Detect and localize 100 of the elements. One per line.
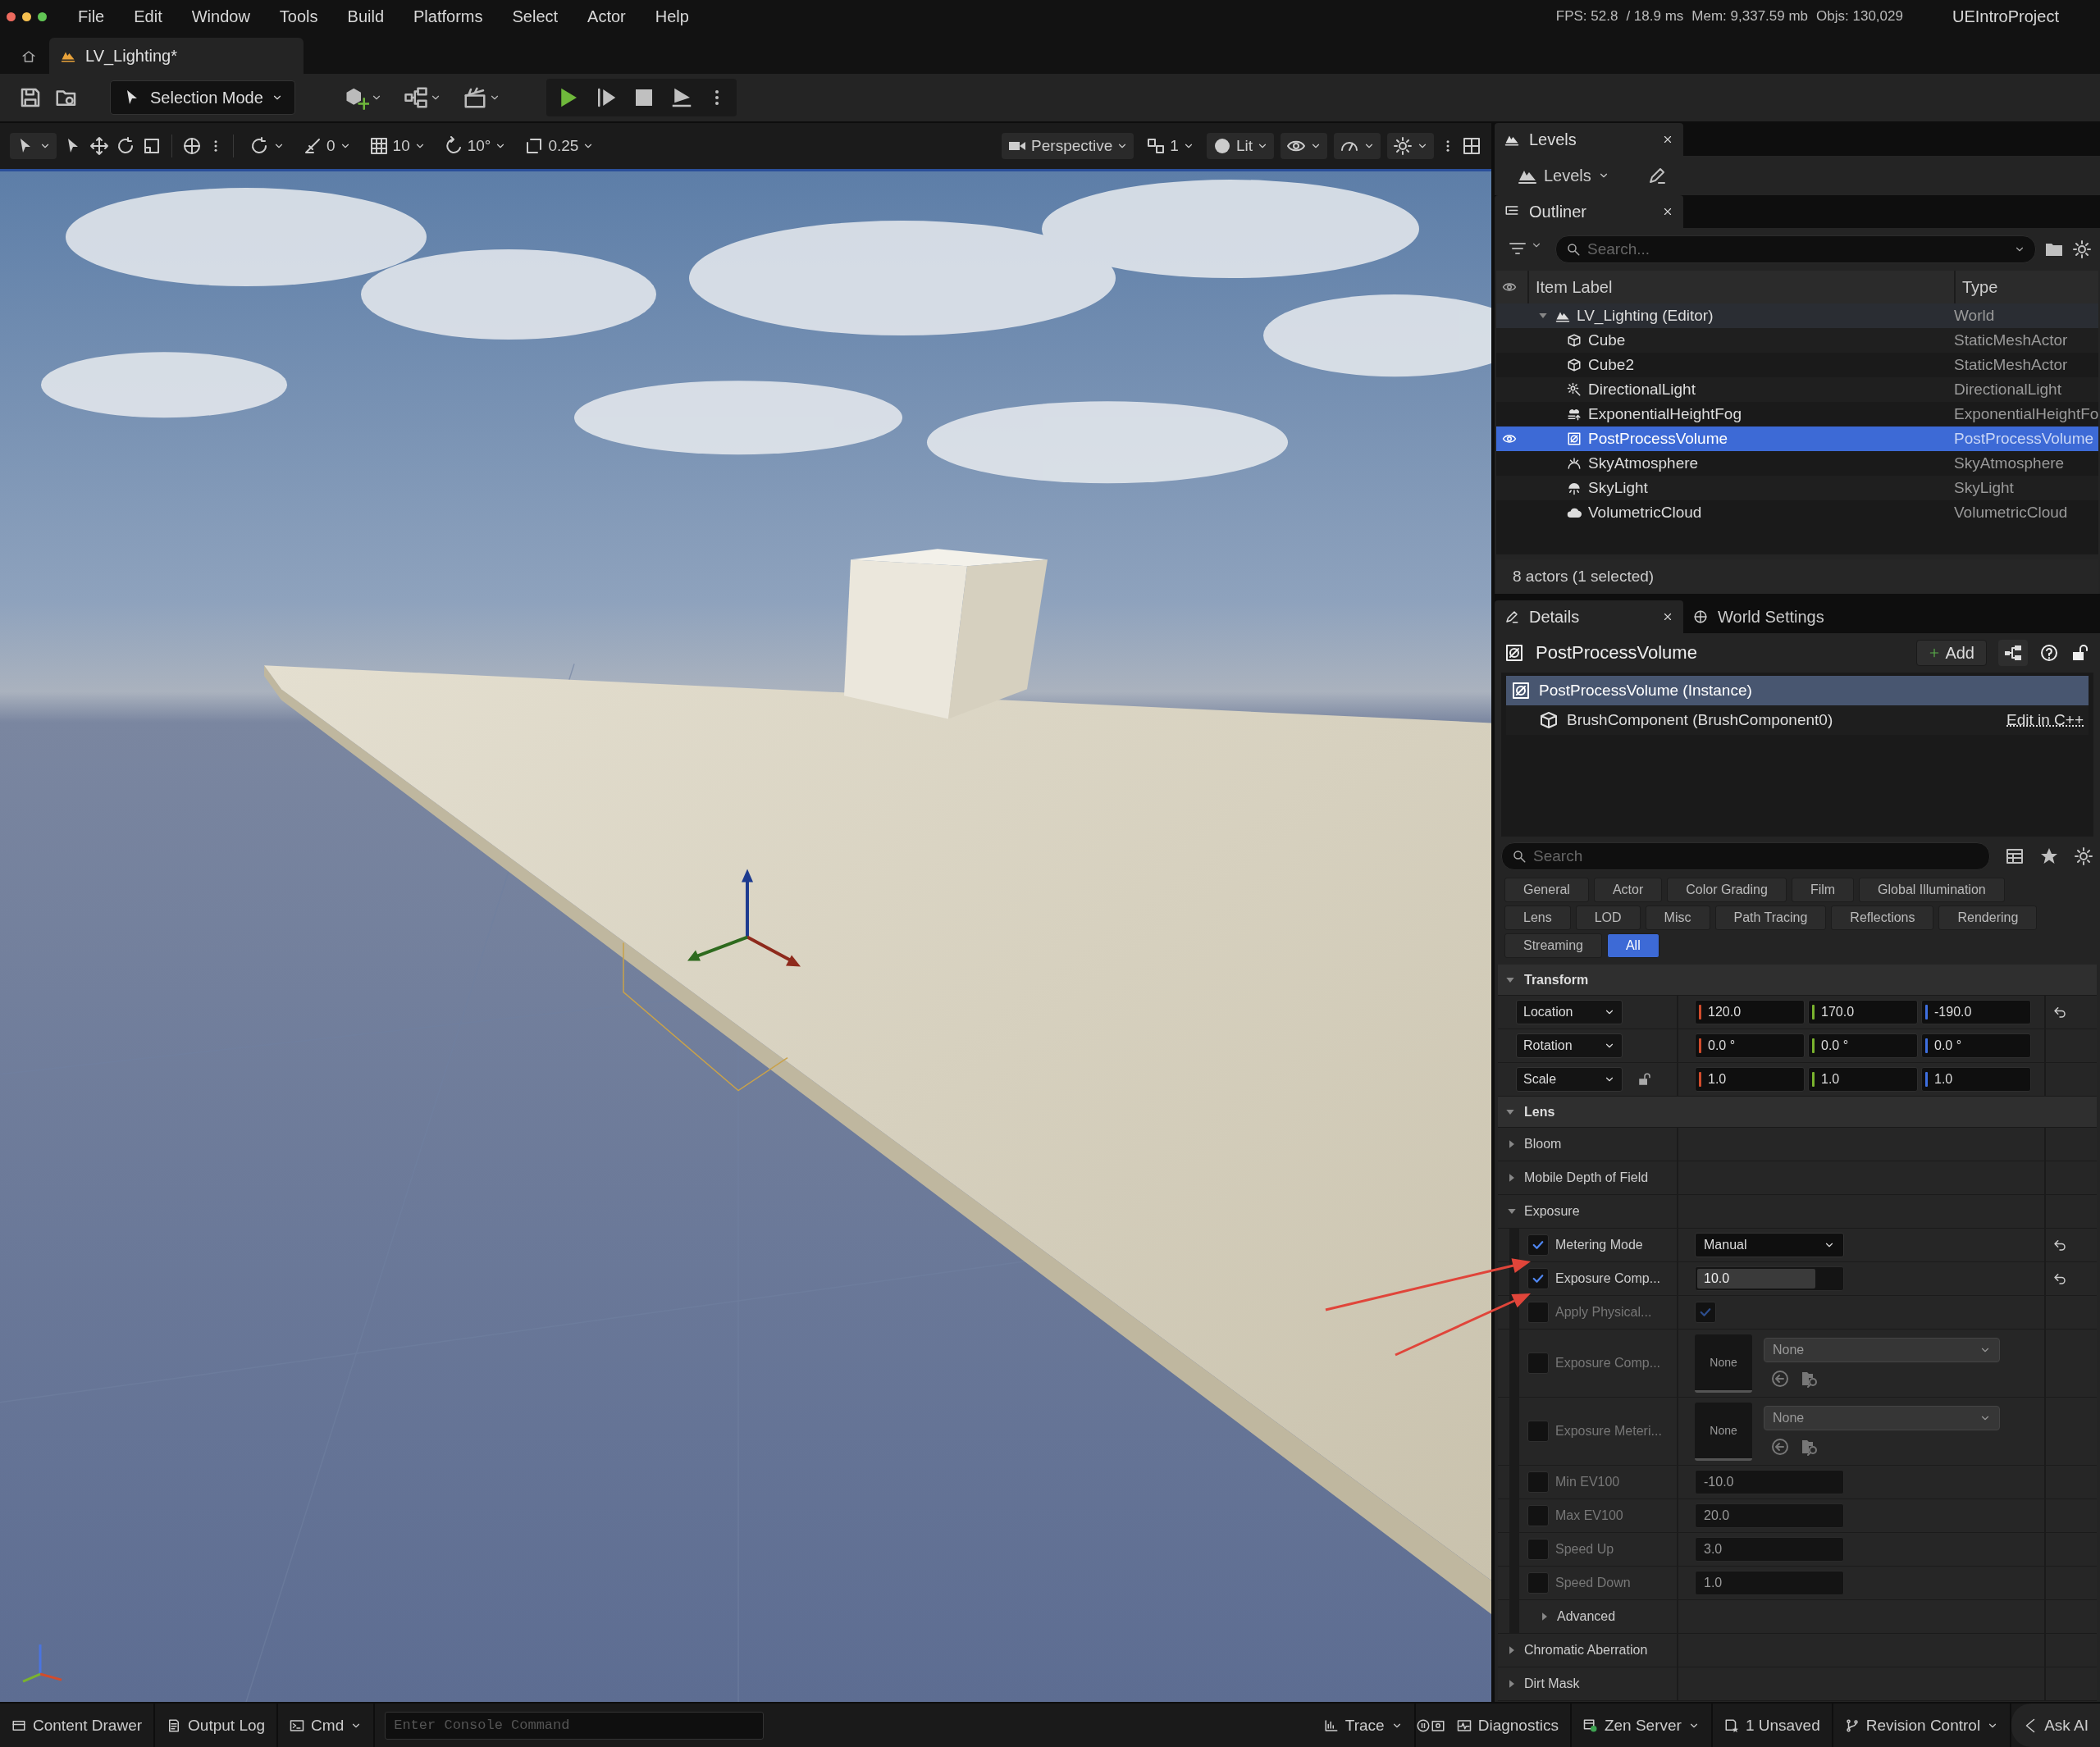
window-zoom-button[interactable]: [38, 11, 47, 21]
number-field[interactable]: 3.0: [1695, 1537, 1844, 1562]
section-header[interactable]: Transform: [1498, 965, 2097, 996]
number-field[interactable]: -10.0: [1695, 1470, 1844, 1494]
number-field[interactable]: 120.0: [1695, 1000, 1805, 1024]
number-field[interactable]: 1.0: [1808, 1067, 1918, 1092]
menu-item[interactable]: Actor: [573, 7, 641, 26]
rotate-icon[interactable]: [116, 135, 135, 156]
panel-tab[interactable]: Details: [1495, 600, 1683, 633]
lock-icon[interactable]: [2070, 643, 2090, 663]
category-filter-button[interactable]: LOD: [1575, 905, 1641, 930]
blueprint-button[interactable]: [1998, 640, 2028, 666]
asset-dropdown[interactable]: None: [1764, 1338, 2000, 1362]
override-checkbox[interactable]: [1527, 1572, 1549, 1594]
enum-dropdown[interactable]: Manual: [1695, 1233, 1844, 1257]
content-drawer-button[interactable]: Content Drawer: [0, 1704, 156, 1747]
component-row[interactable]: BrushComponent (BrushComponent0) Edit in C++: [1506, 705, 2089, 735]
category-filter-button[interactable]: Film: [1791, 878, 1855, 902]
settings-icon[interactable]: [2072, 239, 2092, 259]
outliner-row[interactable]: Cube2 StaticMeshActor: [1496, 353, 2098, 377]
outliner-row[interactable]: Cube StaticMeshActor: [1496, 328, 2098, 353]
subcategory-header[interactable]: Bloom: [1506, 1137, 1562, 1152]
override-checkbox[interactable]: [1527, 1471, 1549, 1493]
home-icon[interactable]: [21, 49, 36, 64]
outliner-row[interactable]: DirectionalLight DirectionalLight: [1496, 377, 2098, 402]
add-component-button[interactable]: Add: [1916, 640, 1987, 666]
category-filter-button[interactable]: All: [1606, 933, 1659, 958]
use-selected-icon[interactable]: [1770, 1437, 1790, 1457]
unsaved-button[interactable]: 1 Unsaved: [1712, 1704, 1833, 1747]
subcategory-header[interactable]: Exposure: [1506, 1204, 1580, 1219]
category-filter-button[interactable]: Misc: [1645, 905, 1710, 930]
view-mode-dropdown[interactable]: Perspective: [1002, 132, 1134, 159]
console-input[interactable]: Enter Console Command: [385, 1711, 765, 1740]
number-field[interactable]: 170.0: [1808, 1000, 1918, 1024]
panel-tab[interactable]: Outliner: [1495, 195, 1683, 228]
cmd-dropdown[interactable]: Cmd: [278, 1704, 376, 1747]
table-icon[interactable]: [2005, 846, 2025, 866]
subcategory-header[interactable]: Advanced: [1539, 1609, 1616, 1624]
close-icon[interactable]: [1662, 206, 1673, 217]
menu-item[interactable]: Help: [640, 7, 704, 26]
grid-snap-dropdown[interactable]: 10: [363, 132, 431, 159]
category-filter-button[interactable]: Lens: [1504, 905, 1571, 930]
number-field[interactable]: 1.0: [1695, 1067, 1805, 1092]
settings-dropdown[interactable]: [1387, 132, 1434, 159]
outliner-row[interactable]: PostProcessVolume PostProcessVolume: [1496, 426, 2098, 451]
override-checkbox[interactable]: [1527, 1352, 1549, 1374]
lighting-mode-dropdown[interactable]: Lit: [1206, 132, 1274, 159]
diagnostics-button[interactable]: Diagnostics: [1445, 1704, 1572, 1747]
help-icon[interactable]: [2039, 643, 2059, 663]
settings-icon[interactable]: [2074, 846, 2093, 866]
show-flags-dropdown[interactable]: [1281, 132, 1327, 159]
search-input[interactable]: Search...: [1587, 236, 2007, 262]
number-field[interactable]: 0.0 °: [1921, 1033, 2031, 1058]
category-filter-button[interactable]: Reflections: [1831, 905, 1934, 930]
category-filter-button[interactable]: Path Tracing: [1714, 905, 1827, 930]
reset-icon[interactable]: [2052, 1005, 2067, 1019]
output-log-button[interactable]: Output Log: [155, 1704, 279, 1747]
number-field[interactable]: -190.0: [1921, 1000, 2031, 1024]
category-filter-button[interactable]: General: [1504, 878, 1589, 902]
trace-dropdown[interactable]: Trace: [1312, 1704, 1416, 1747]
menu-item[interactable]: Select: [497, 7, 573, 26]
layout-dropdown[interactable]: 1: [1140, 132, 1200, 159]
mode-dropdown[interactable]: Selection Mode: [110, 80, 295, 115]
search-field[interactable]: Search...: [1555, 235, 2036, 263]
select-tool-dropdown[interactable]: [10, 132, 57, 159]
globe-icon[interactable]: [182, 135, 202, 156]
window-close-button[interactable]: [7, 11, 16, 21]
outliner-row[interactable]: VolumetricCloud VolumetricCloud: [1496, 500, 2098, 525]
outliner-row[interactable]: ExponentialHeightFog ExponentialHeightFo: [1496, 402, 2098, 426]
scale-snap-dropdown[interactable]: 0.25: [518, 132, 600, 159]
subcategory-header[interactable]: Dirt Mask: [1506, 1676, 1580, 1691]
rotation-snap-dropdown[interactable]: 10°: [437, 132, 513, 159]
category-filter-button[interactable]: Rendering: [1938, 905, 2038, 930]
panel-tab[interactable]: World Settings: [1683, 600, 1834, 633]
override-checkbox[interactable]: [1527, 1302, 1549, 1323]
use-selected-icon[interactable]: [1770, 1369, 1790, 1389]
number-field[interactable]: 0.0 °: [1808, 1033, 1918, 1058]
performance-dropdown[interactable]: [1334, 132, 1381, 159]
menu-item[interactable]: Tools: [264, 7, 333, 26]
number-field[interactable]: 1.0: [1695, 1571, 1844, 1595]
override-checkbox[interactable]: [1527, 1234, 1549, 1256]
transform-mode-dropdown[interactable]: Rotation: [1516, 1033, 1623, 1058]
override-checkbox[interactable]: [1527, 1421, 1549, 1442]
zen-server-dropdown[interactable]: Zen Server: [1571, 1704, 1713, 1747]
outliner-row[interactable]: SkyAtmosphere SkyAtmosphere: [1496, 451, 2098, 476]
override-checkbox[interactable]: [1527, 1539, 1549, 1560]
category-filter-button[interactable]: Global Illumination: [1859, 878, 2005, 902]
document-tab[interactable]: LV_Lighting*: [49, 38, 304, 74]
lock-icon[interactable]: [1637, 1072, 1652, 1087]
outliner-row[interactable]: LV_Lighting (Editor) World: [1496, 303, 2098, 328]
transform-mode-dropdown[interactable]: Scale: [1516, 1067, 1623, 1092]
menu-item[interactable]: Edit: [119, 7, 177, 26]
window-minimize-button[interactable]: [22, 11, 31, 21]
number-slider-field[interactable]: 10.0: [1695, 1266, 1844, 1291]
subcategory-header[interactable]: Chromatic Aberration: [1506, 1643, 1648, 1658]
transform-mode-dropdown[interactable]: Location: [1516, 1000, 1623, 1024]
record-icon[interactable]: [1415, 1717, 1431, 1733]
close-icon[interactable]: [1662, 611, 1673, 623]
number-field[interactable]: 0.0 °: [1695, 1033, 1805, 1058]
component-row[interactable]: PostProcessVolume (Instance): [1506, 676, 2089, 705]
